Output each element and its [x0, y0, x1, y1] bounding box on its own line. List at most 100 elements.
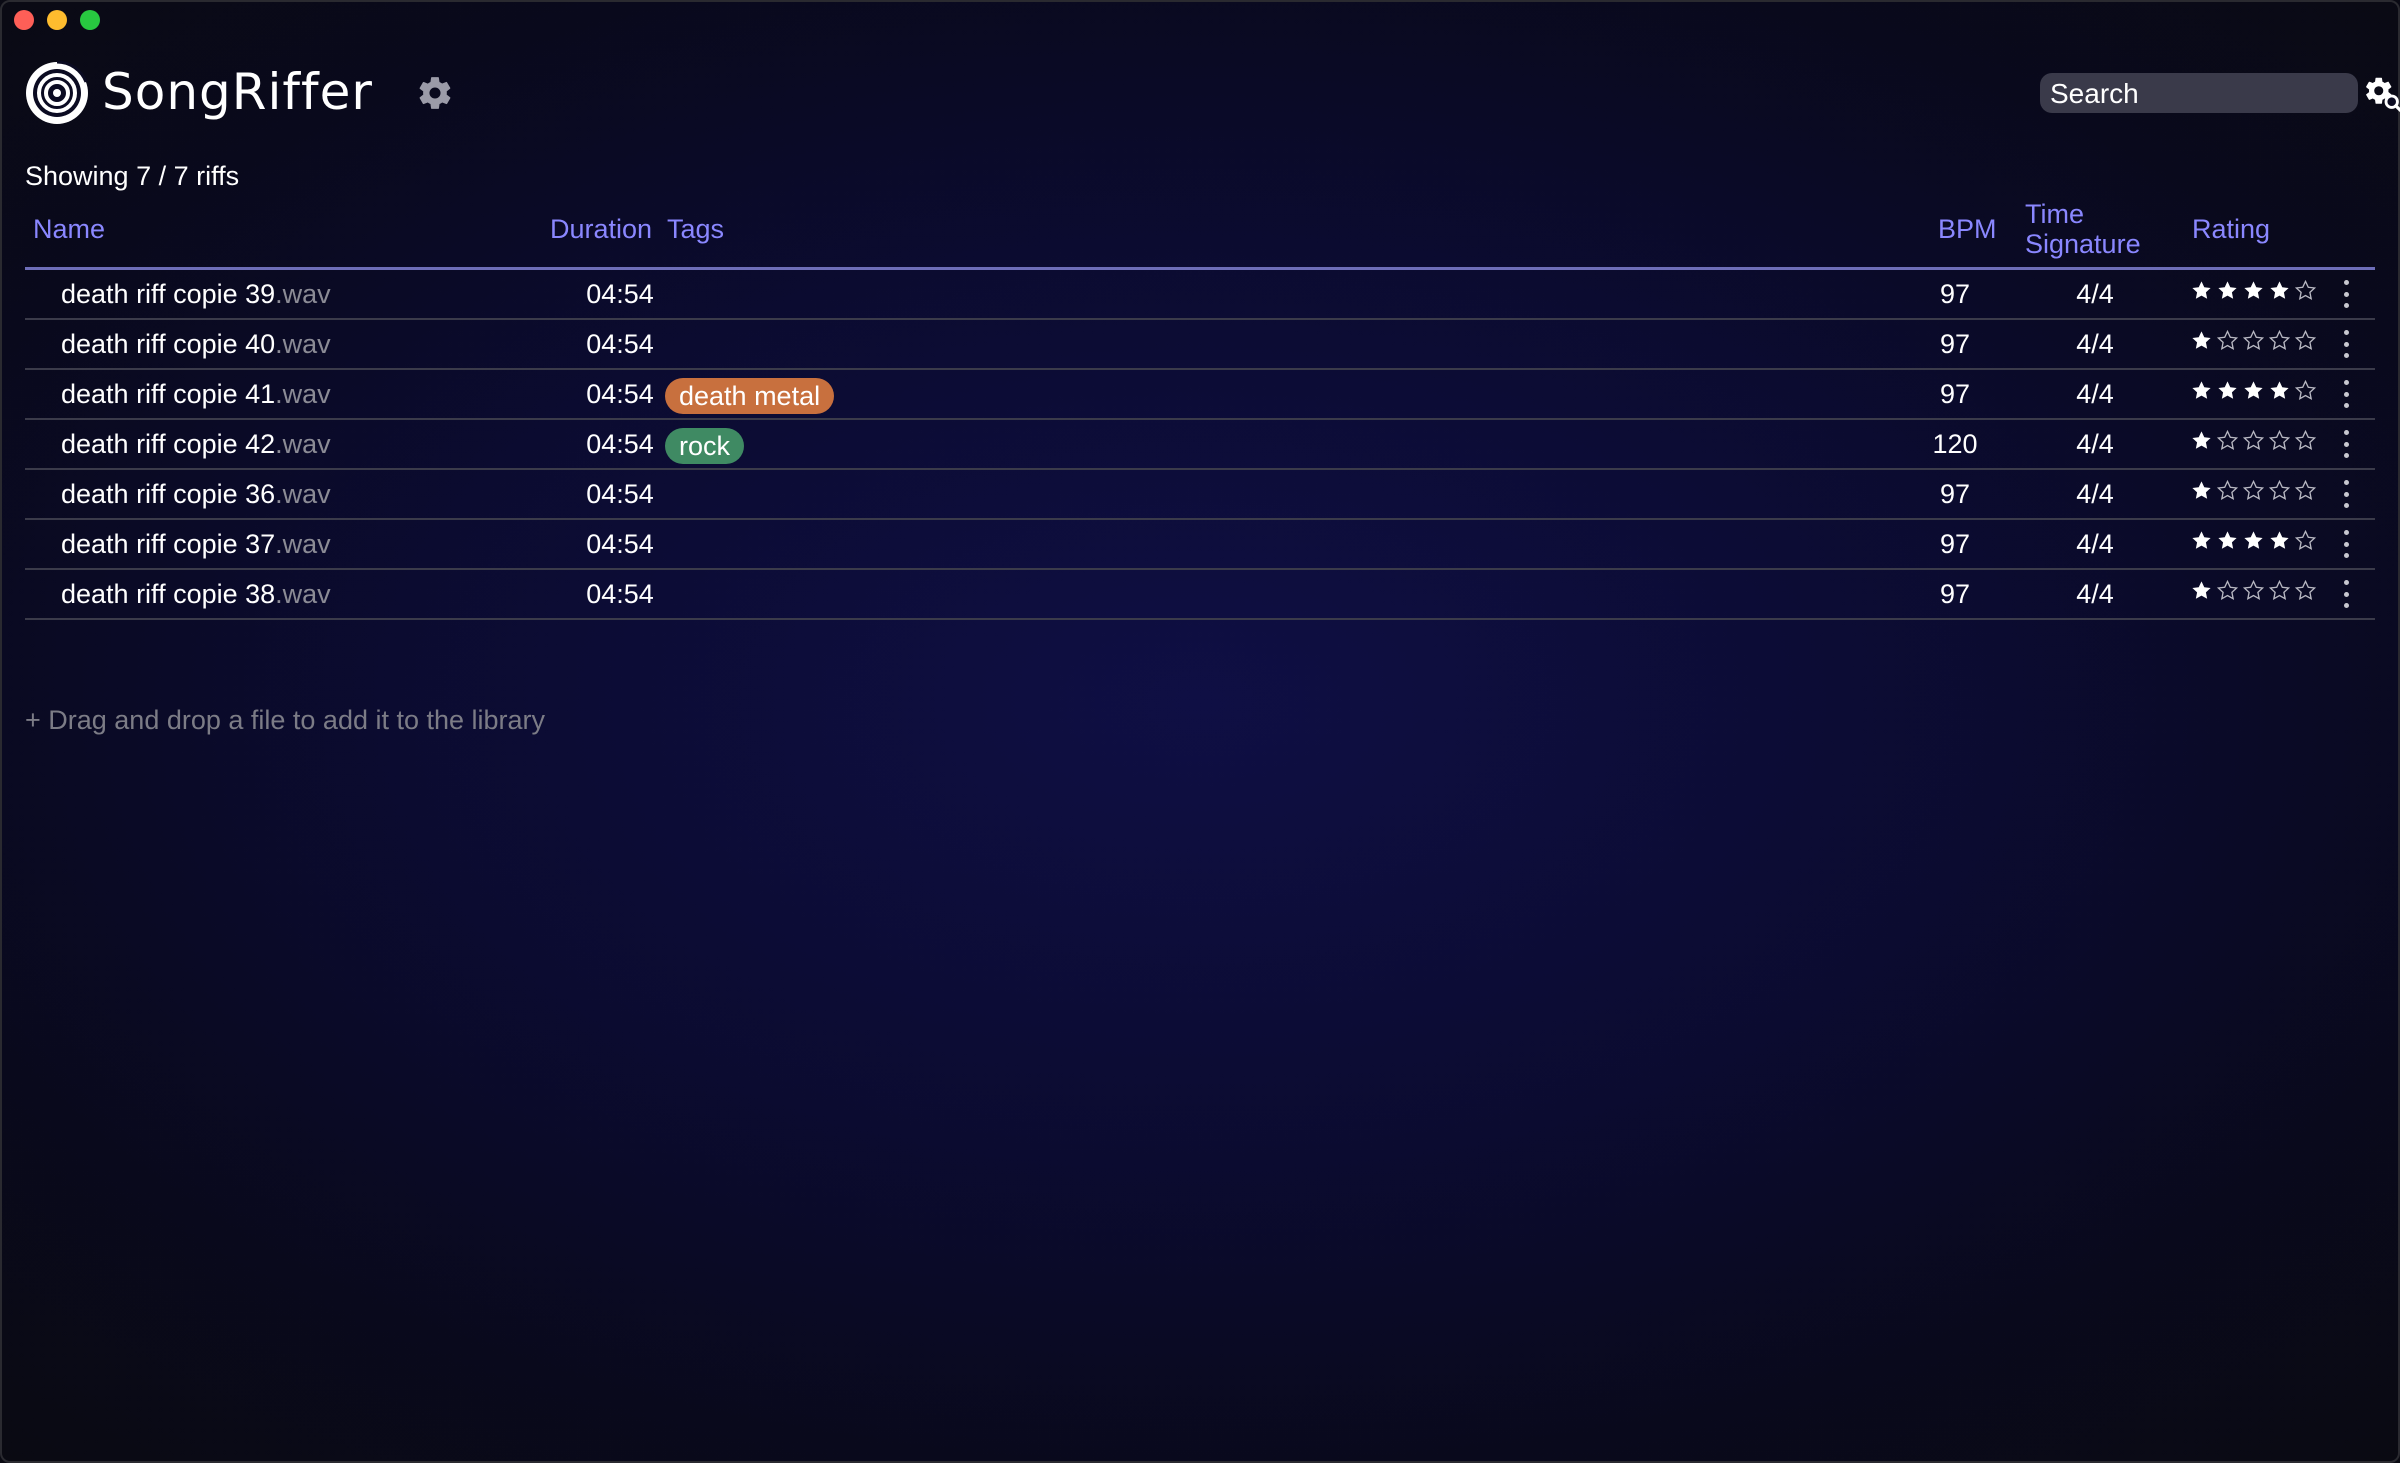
riff-time-signature: 4/4: [2076, 579, 2114, 609]
table-row[interactable]: death riff copie 36.wav 04:54 97 4/4: [25, 470, 2375, 520]
minimize-window-button[interactable]: [47, 10, 67, 30]
star-filled-icon[interactable]: [2190, 279, 2213, 302]
riff-time-signature: 4/4: [2076, 429, 2114, 459]
column-header-duration[interactable]: Duration: [550, 214, 652, 244]
vertical-ellipsis-icon[interactable]: [2342, 530, 2350, 558]
riff-rating[interactable]: [2190, 579, 2317, 602]
app-title: SongRiffer: [102, 63, 373, 121]
vertical-ellipsis-icon[interactable]: [2342, 480, 2350, 508]
star-outline-icon[interactable]: [2294, 479, 2317, 502]
riff-duration: 04:54: [586, 579, 654, 609]
star-outline-icon[interactable]: [2242, 479, 2265, 502]
riff-filename: death riff copie 36: [61, 479, 276, 509]
vertical-ellipsis-icon[interactable]: [2342, 330, 2350, 358]
table-row[interactable]: death riff copie 40.wav 04:54 97 4/4: [25, 320, 2375, 370]
column-header-time-signature[interactable]: Time Signature: [2025, 199, 2141, 259]
riff-filename: death riff copie 39: [61, 279, 276, 309]
riff-table: Name Duration Tags BPM Time Signature Ra…: [25, 196, 2375, 620]
gear-icon[interactable]: [416, 74, 454, 112]
riff-duration: 04:54: [586, 479, 654, 509]
riff-duration: 04:54: [586, 529, 654, 559]
window-controls: [14, 10, 100, 30]
star-filled-icon[interactable]: [2190, 379, 2213, 402]
tag-badge[interactable]: rock: [665, 428, 745, 464]
star-filled-icon[interactable]: [2268, 379, 2291, 402]
star-filled-icon[interactable]: [2190, 429, 2213, 452]
riff-extension: .wav: [275, 279, 331, 309]
star-filled-icon[interactable]: [2268, 279, 2291, 302]
star-filled-icon[interactable]: [2216, 379, 2239, 402]
songriffer-logo-icon: [26, 60, 88, 124]
table-row[interactable]: death riff copie 41.wav 04:54 death metal 9…: [25, 370, 2375, 420]
riff-duration: 04:54: [586, 379, 654, 409]
table-row[interactable]: death riff copie 39.wav 04:54 97 4/4: [25, 270, 2375, 320]
riff-rating[interactable]: [2190, 429, 2317, 452]
riff-name: death riff copie 37.wav: [61, 528, 331, 560]
vertical-ellipsis-icon[interactable]: [2342, 380, 2350, 408]
star-outline-icon[interactable]: [2294, 429, 2317, 452]
star-outline-icon[interactable]: [2216, 479, 2239, 502]
riff-duration: 04:54: [586, 429, 654, 459]
search-input[interactable]: [2040, 73, 2358, 113]
star-filled-icon[interactable]: [2216, 279, 2239, 302]
riff-rating[interactable]: [2190, 479, 2317, 502]
drop-hint: + Drag and drop a file to add it to the …: [25, 705, 546, 735]
vertical-ellipsis-icon[interactable]: [2342, 580, 2350, 608]
riff-rating[interactable]: [2190, 529, 2317, 552]
riff-name: death riff copie 38.wav: [61, 578, 331, 610]
star-outline-icon[interactable]: [2294, 529, 2317, 552]
gear-search-icon[interactable]: [2364, 74, 2400, 112]
star-outline-icon[interactable]: [2216, 429, 2239, 452]
vertical-ellipsis-icon[interactable]: [2342, 430, 2350, 458]
star-outline-icon[interactable]: [2242, 429, 2265, 452]
riff-time-signature: 4/4: [2076, 329, 2114, 359]
star-outline-icon[interactable]: [2268, 579, 2291, 602]
star-outline-icon[interactable]: [2216, 579, 2239, 602]
star-filled-icon[interactable]: [2242, 279, 2265, 302]
riff-time-signature: 4/4: [2076, 379, 2114, 409]
star-outline-icon[interactable]: [2294, 379, 2317, 402]
star-filled-icon[interactable]: [2190, 529, 2213, 552]
riff-rating[interactable]: [2190, 379, 2317, 402]
star-outline-icon[interactable]: [2268, 329, 2291, 352]
riff-extension: .wav: [275, 379, 331, 409]
star-outline-icon[interactable]: [2242, 329, 2265, 352]
maximize-window-button[interactable]: [80, 10, 100, 30]
close-window-button[interactable]: [14, 10, 34, 30]
star-outline-icon[interactable]: [2216, 329, 2239, 352]
riff-tags: rock: [665, 428, 745, 464]
riff-rating[interactable]: [2190, 329, 2317, 352]
star-outline-icon[interactable]: [2294, 279, 2317, 302]
star-filled-icon[interactable]: [2268, 529, 2291, 552]
riff-rating[interactable]: [2190, 279, 2317, 302]
star-filled-icon[interactable]: [2190, 329, 2213, 352]
star-filled-icon[interactable]: [2190, 479, 2213, 502]
column-header-bpm[interactable]: BPM: [1938, 214, 1997, 244]
column-header-name[interactable]: Name: [33, 214, 105, 244]
vertical-ellipsis-icon[interactable]: [2342, 280, 2350, 308]
star-outline-icon[interactable]: [2268, 429, 2291, 452]
column-header-tags[interactable]: Tags: [667, 214, 724, 244]
star-filled-icon[interactable]: [2242, 379, 2265, 402]
tag-badge[interactable]: death metal: [665, 378, 835, 414]
riff-duration: 04:54: [586, 329, 654, 359]
star-outline-icon[interactable]: [2294, 329, 2317, 352]
star-outline-icon[interactable]: [2242, 579, 2265, 602]
riff-name: death riff copie 41.wav: [61, 378, 331, 410]
star-outline-icon[interactable]: [2294, 579, 2317, 602]
riff-bpm: 97: [1939, 329, 1971, 359]
table-row[interactable]: death riff copie 37.wav 04:54 97 4/4: [25, 520, 2375, 570]
table-body: death riff copie 39.wav 04:54 97 4/4 death r…: [25, 270, 2375, 620]
column-header-rating[interactable]: Rating: [2192, 214, 2270, 244]
riff-name: death riff copie 39.wav: [61, 278, 331, 310]
table-row[interactable]: death riff copie 42.wav 04:54 rock 120 4/4: [25, 420, 2375, 470]
riff-time-signature: 4/4: [2076, 279, 2114, 309]
star-filled-icon[interactable]: [2242, 529, 2265, 552]
riff-filename: death riff copie 42: [61, 429, 276, 459]
star-outline-icon[interactable]: [2268, 479, 2291, 502]
table-row[interactable]: death riff copie 38.wav 04:54 97 4/4: [25, 570, 2375, 620]
riff-bpm: 97: [1939, 379, 1971, 409]
riff-bpm: 120: [1932, 429, 1978, 459]
star-filled-icon[interactable]: [2190, 579, 2213, 602]
star-filled-icon[interactable]: [2216, 529, 2239, 552]
